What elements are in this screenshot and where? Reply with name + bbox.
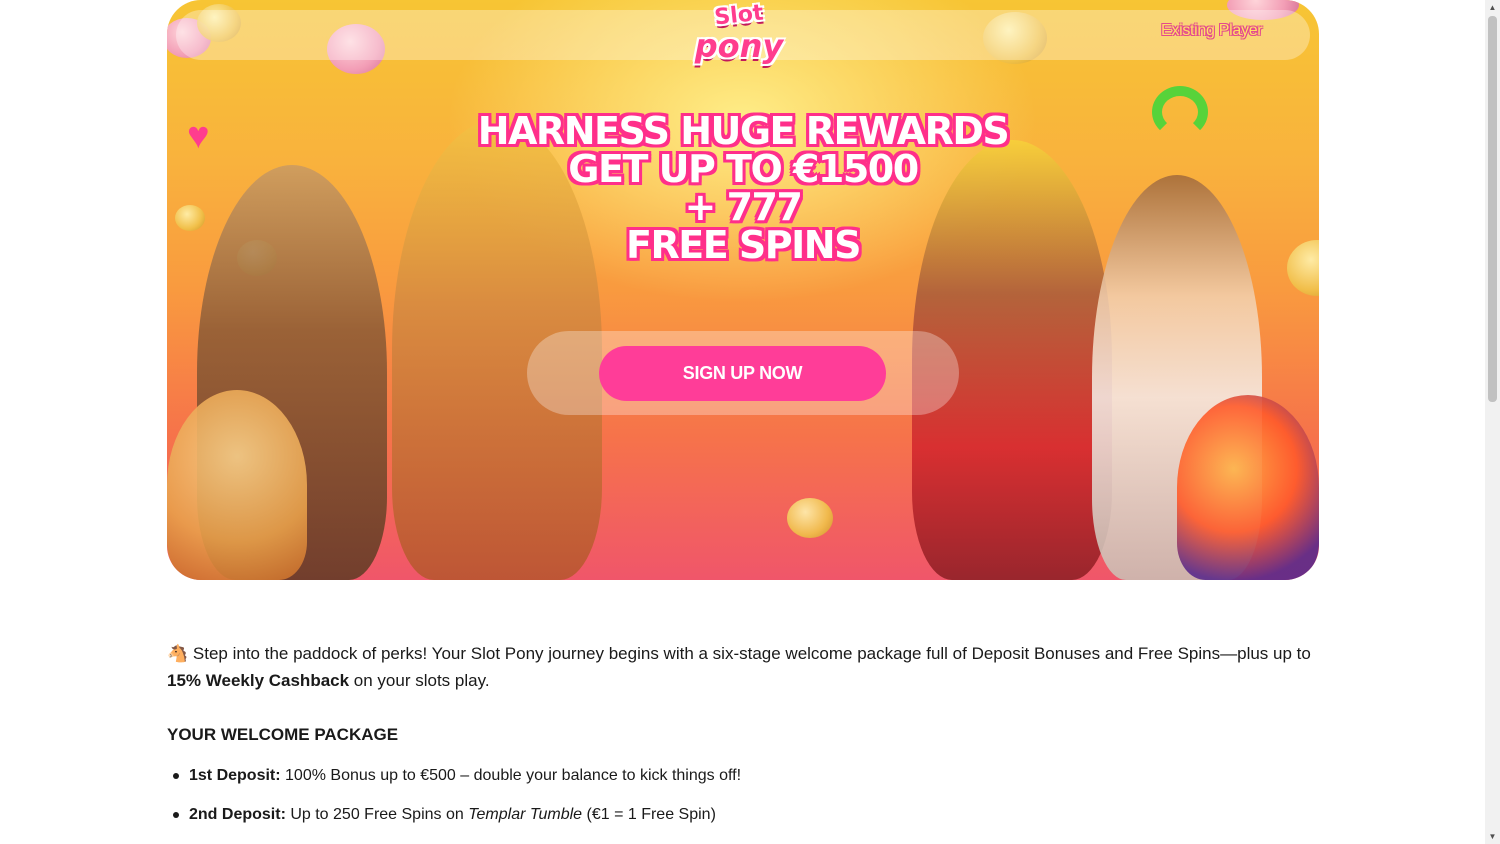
coin-decoration bbox=[175, 205, 205, 231]
deposit-label: 2nd Deposit: bbox=[189, 806, 286, 823]
intro-text-end: on your slots play. bbox=[349, 671, 490, 690]
intro-paragraph: 🐴 Step into the paddock of perks! Your S… bbox=[167, 640, 1317, 694]
deposit-suffix: (€1 = 1 Free Spin) bbox=[582, 806, 716, 823]
coin-decoration bbox=[1287, 240, 1319, 296]
headline-line: FREE SPINS bbox=[626, 223, 861, 267]
mouse-character bbox=[167, 390, 307, 580]
headline-line: + 777 bbox=[684, 185, 803, 229]
promo-headline: HARNESS HUGE REWARDS GET UP TO €1500 + 7… bbox=[467, 112, 1019, 264]
intro-text: Step into the paddock of perks! Your Slo… bbox=[188, 644, 1311, 663]
welcome-package-list: 1st Deposit: 100% Bonus up to €500 – dou… bbox=[167, 763, 741, 841]
toucan-character bbox=[1177, 395, 1319, 580]
logo-text-bottom: pony bbox=[694, 27, 784, 65]
cashback-highlight: 15% Weekly Cashback bbox=[167, 671, 350, 690]
coin-decoration bbox=[787, 498, 833, 538]
hero-banner: ♥ Slot pony Existing Player HARNESS HUGE… bbox=[167, 0, 1319, 580]
page-scrollbar[interactable]: ▲ ▼ bbox=[1485, 0, 1500, 844]
intro-section: 🐴 Step into the paddock of perks! Your S… bbox=[167, 640, 1317, 694]
scroll-down-icon[interactable]: ▼ bbox=[1485, 829, 1500, 844]
sign-up-button[interactable]: SIGN UP NOW bbox=[599, 346, 886, 401]
existing-player-link[interactable]: Existing Player bbox=[1161, 22, 1263, 40]
horse-icon: 🐴 bbox=[167, 644, 189, 663]
scrollbar-thumb[interactable] bbox=[1488, 16, 1497, 402]
deposit-text: Up to 250 Free Spins on bbox=[285, 806, 469, 823]
headline-line: HARNESS HUGE REWARDS bbox=[477, 109, 1010, 153]
list-item: 1st Deposit: 100% Bonus up to €500 – dou… bbox=[167, 763, 741, 802]
slot-pony-logo[interactable]: Slot pony bbox=[694, 1, 784, 76]
welcome-package-heading: YOUR WELCOME PACKAGE bbox=[167, 725, 399, 744]
deposit-label: 1st Deposit: bbox=[189, 767, 281, 784]
horseshoe-icon bbox=[1152, 86, 1208, 138]
headline-line: GET UP TO €1500 bbox=[568, 147, 919, 191]
game-name: Templar Tumble bbox=[468, 806, 583, 823]
deposit-text: 100% Bonus up to €500 – double your bala… bbox=[280, 767, 742, 784]
heart-icon: ♥ bbox=[187, 115, 210, 157]
scroll-up-icon[interactable]: ▲ bbox=[1485, 0, 1500, 15]
list-item: 2nd Deposit: Up to 250 Free Spins on Tem… bbox=[167, 802, 741, 841]
